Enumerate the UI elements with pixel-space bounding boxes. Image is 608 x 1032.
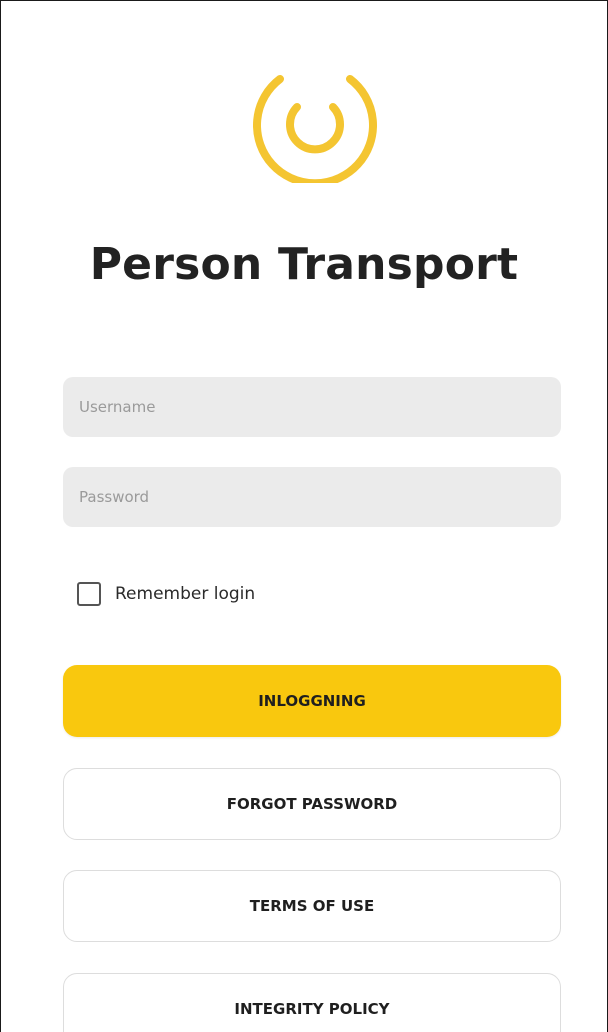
integrity-policy-label: INTEGRITY POLICY xyxy=(234,1000,390,1018)
power-ring-icon xyxy=(247,67,383,188)
forgot-password-label: FORGOT PASSWORD xyxy=(226,795,398,813)
app-title: Person Transport xyxy=(89,239,519,290)
remember-login-label: Remember login xyxy=(115,584,256,604)
login-button[interactable]: INLOGGNING xyxy=(63,665,561,737)
password-input[interactable] xyxy=(63,467,561,527)
username-input[interactable] xyxy=(63,377,561,437)
remember-checkbox[interactable] xyxy=(77,582,101,606)
integrity-policy-button[interactable]: INTEGRITY POLICY xyxy=(63,973,561,1032)
login-button-label: INLOGGNING xyxy=(258,692,366,710)
terms-of-use-button[interactable]: TERMS OF USE xyxy=(63,870,561,942)
forgot-password-button[interactable]: FORGOT PASSWORD xyxy=(63,768,561,840)
login-screen: Person Transport Remember login INLOGGNI… xyxy=(0,0,608,1032)
remember-login-toggle[interactable]: Remember login xyxy=(77,582,255,606)
terms-of-use-label: TERMS OF USE xyxy=(249,897,375,915)
